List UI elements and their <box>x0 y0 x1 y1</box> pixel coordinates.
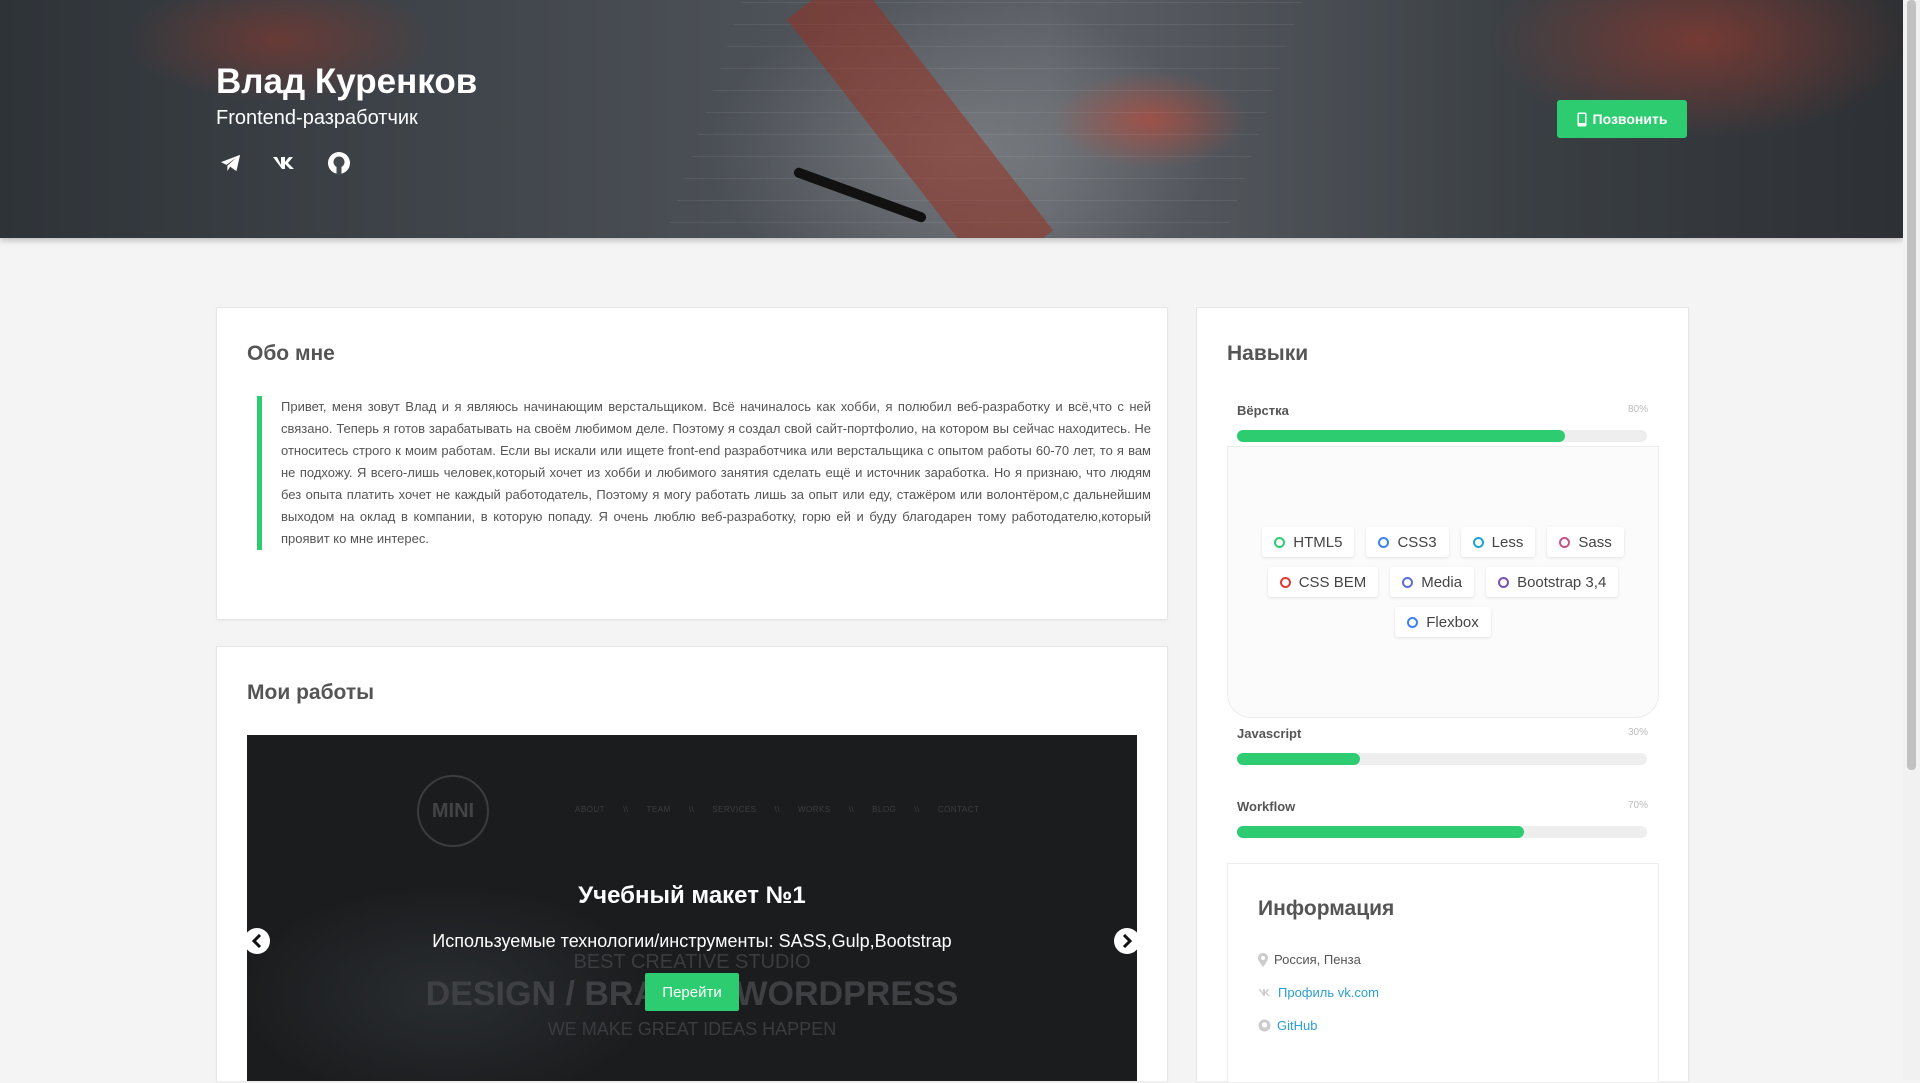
social-links <box>218 150 352 176</box>
slide-nav-sep: \\ <box>688 805 695 814</box>
github-icon[interactable] <box>326 150 352 176</box>
tag-label: CSS3 <box>1397 533 1437 551</box>
skill-tags: HTML5 CSS3 Less Sass CSS BEM Media Boots… <box>1248 527 1638 637</box>
skill-tag: CSS BEM <box>1267 567 1379 597</box>
slide-nav-sep: \\ <box>848 805 855 814</box>
slide-bg-subline: WE MAKE GREAT IDEAS HAPPEN <box>547 1019 837 1039</box>
works-card: Мои работы MINI ABOUT \\ TEAM \\ SERVICE… <box>216 646 1168 1081</box>
skill-label: Вёрстка <box>1237 403 1289 418</box>
github-link[interactable]: GitHub <box>1277 1018 1317 1033</box>
works-slider: MINI ABOUT \\ TEAM \\ SERVICES \\ WORKS … <box>247 735 1137 1081</box>
telegram-icon[interactable] <box>218 150 244 176</box>
tag-label: Flexbox <box>1426 613 1479 631</box>
info-card: Информация Россия, Пенза Профиль vk.com … <box>1227 863 1659 1083</box>
about-text: Привет, меня зовут Влад и я являюсь начи… <box>257 396 1151 550</box>
vk-icon <box>1258 989 1270 996</box>
slide-nav-preview: ABOUT \\ TEAM \\ SERVICES \\ WORKS \\ BL… <box>575 805 979 814</box>
about-card: Обо мне Привет, меня зовут Влад и я явля… <box>216 307 1168 620</box>
skill-tag: Less <box>1460 527 1536 557</box>
chevron-right-icon <box>1122 934 1133 948</box>
call-button-label: Позвонить <box>1592 111 1668 127</box>
skill-tag: Flexbox <box>1395 607 1491 637</box>
tag-dot-icon <box>1274 536 1286 548</box>
map-marker-icon <box>1258 952 1268 967</box>
slide-logo: MINI <box>417 775 489 847</box>
slide-bg-tagline: BEST CREATIVE STUDIO <box>573 951 811 973</box>
slide-description: Используемые технологии/инструменты: SAS… <box>432 931 952 951</box>
skill-bar <box>1237 430 1647 442</box>
slide-nav-item: SERVICES <box>712 805 757 814</box>
tag-dot-icon <box>1407 616 1419 628</box>
skill-tag: HTML5 <box>1262 527 1355 557</box>
slide-nav-sep: \\ <box>774 805 780 814</box>
tag-label: Bootstrap 3,4 <box>1517 573 1607 591</box>
tag-dot-icon <box>1402 576 1414 588</box>
slide-nav-item: CONTACT <box>937 805 980 814</box>
tag-dot-icon <box>1472 536 1484 548</box>
tag-label: Sass <box>1578 533 1612 551</box>
info-vk: Профиль vk.com <box>1258 985 1379 1000</box>
phone-icon <box>1577 112 1587 126</box>
tag-label: Media <box>1421 573 1463 591</box>
chevron-left-icon <box>251 934 262 948</box>
skill-tag: CSS3 <box>1366 527 1449 557</box>
skill-tags-panel: HTML5 CSS3 Less Sass CSS BEM Media Boots… <box>1227 446 1659 718</box>
skills-title: Навыки <box>1227 342 1309 365</box>
slide-nav-sep: \\ <box>914 805 920 814</box>
slide-go-button[interactable]: Перейти <box>645 973 739 1011</box>
info-location: Россия, Пенза <box>1258 952 1361 967</box>
skills-card: Навыки Вёрстка 80% HTML5 CSS3 Less Sass … <box>1196 307 1689 1083</box>
slide-nav-item: ABOUT <box>575 805 606 814</box>
scrollbar-thumb[interactable] <box>1907 0 1916 770</box>
location-text: Россия, Пенза <box>1274 952 1361 967</box>
skill-bar-fill <box>1237 430 1565 442</box>
tag-label: Less <box>1491 533 1524 551</box>
slide-title: Учебный макет №1 <box>578 882 806 909</box>
slide-nav-item: WORKS <box>797 805 831 814</box>
about-title: Обо мне <box>247 342 335 365</box>
info-title: Информация <box>1258 897 1395 920</box>
skill-tag: Media <box>1390 567 1475 597</box>
skill-percent: 80% <box>1627 404 1648 415</box>
skill-bar <box>1237 753 1647 765</box>
skill-tag: Bootstrap 3,4 <box>1486 567 1619 597</box>
skill-bar-fill <box>1237 753 1360 765</box>
skill-label: Workflow <box>1237 799 1296 814</box>
page-scrollbar[interactable] <box>1903 0 1920 1080</box>
profile-role: Frontend-разработчик <box>216 107 418 129</box>
tag-dot-icon <box>1378 536 1390 548</box>
skill-tag: Sass <box>1547 527 1624 557</box>
tag-label: CSS BEM <box>1298 573 1367 591</box>
github-icon <box>1258 1019 1271 1032</box>
tag-label: HTML5 <box>1293 533 1343 551</box>
info-github: GitHub <box>1258 1018 1317 1033</box>
skill-percent: 30% <box>1627 727 1648 738</box>
skill-percent: 70% <box>1627 800 1648 811</box>
vk-icon[interactable] <box>272 150 298 176</box>
tag-dot-icon <box>1559 536 1571 548</box>
slide-nav-item: TEAM <box>646 805 671 814</box>
skill-bar-fill <box>1237 826 1524 838</box>
slider-next-button[interactable] <box>1114 928 1137 954</box>
slide-nav-sep: \\ <box>623 805 629 814</box>
call-button[interactable]: Позвонить <box>1557 100 1687 138</box>
header-banner: Влад Куренков Frontend-разработчик Позво… <box>0 0 1903 238</box>
works-title: Мои работы <box>247 681 375 704</box>
skill-label: Javascript <box>1237 726 1302 741</box>
tag-dot-icon <box>1498 576 1510 588</box>
skill-bar <box>1237 826 1647 838</box>
tag-dot-icon <box>1279 576 1291 588</box>
vk-profile-link[interactable]: Профиль vk.com <box>1278 985 1379 1000</box>
profile-name: Влад Куренков <box>216 62 478 101</box>
slide-nav-item: BLOG <box>872 805 897 814</box>
